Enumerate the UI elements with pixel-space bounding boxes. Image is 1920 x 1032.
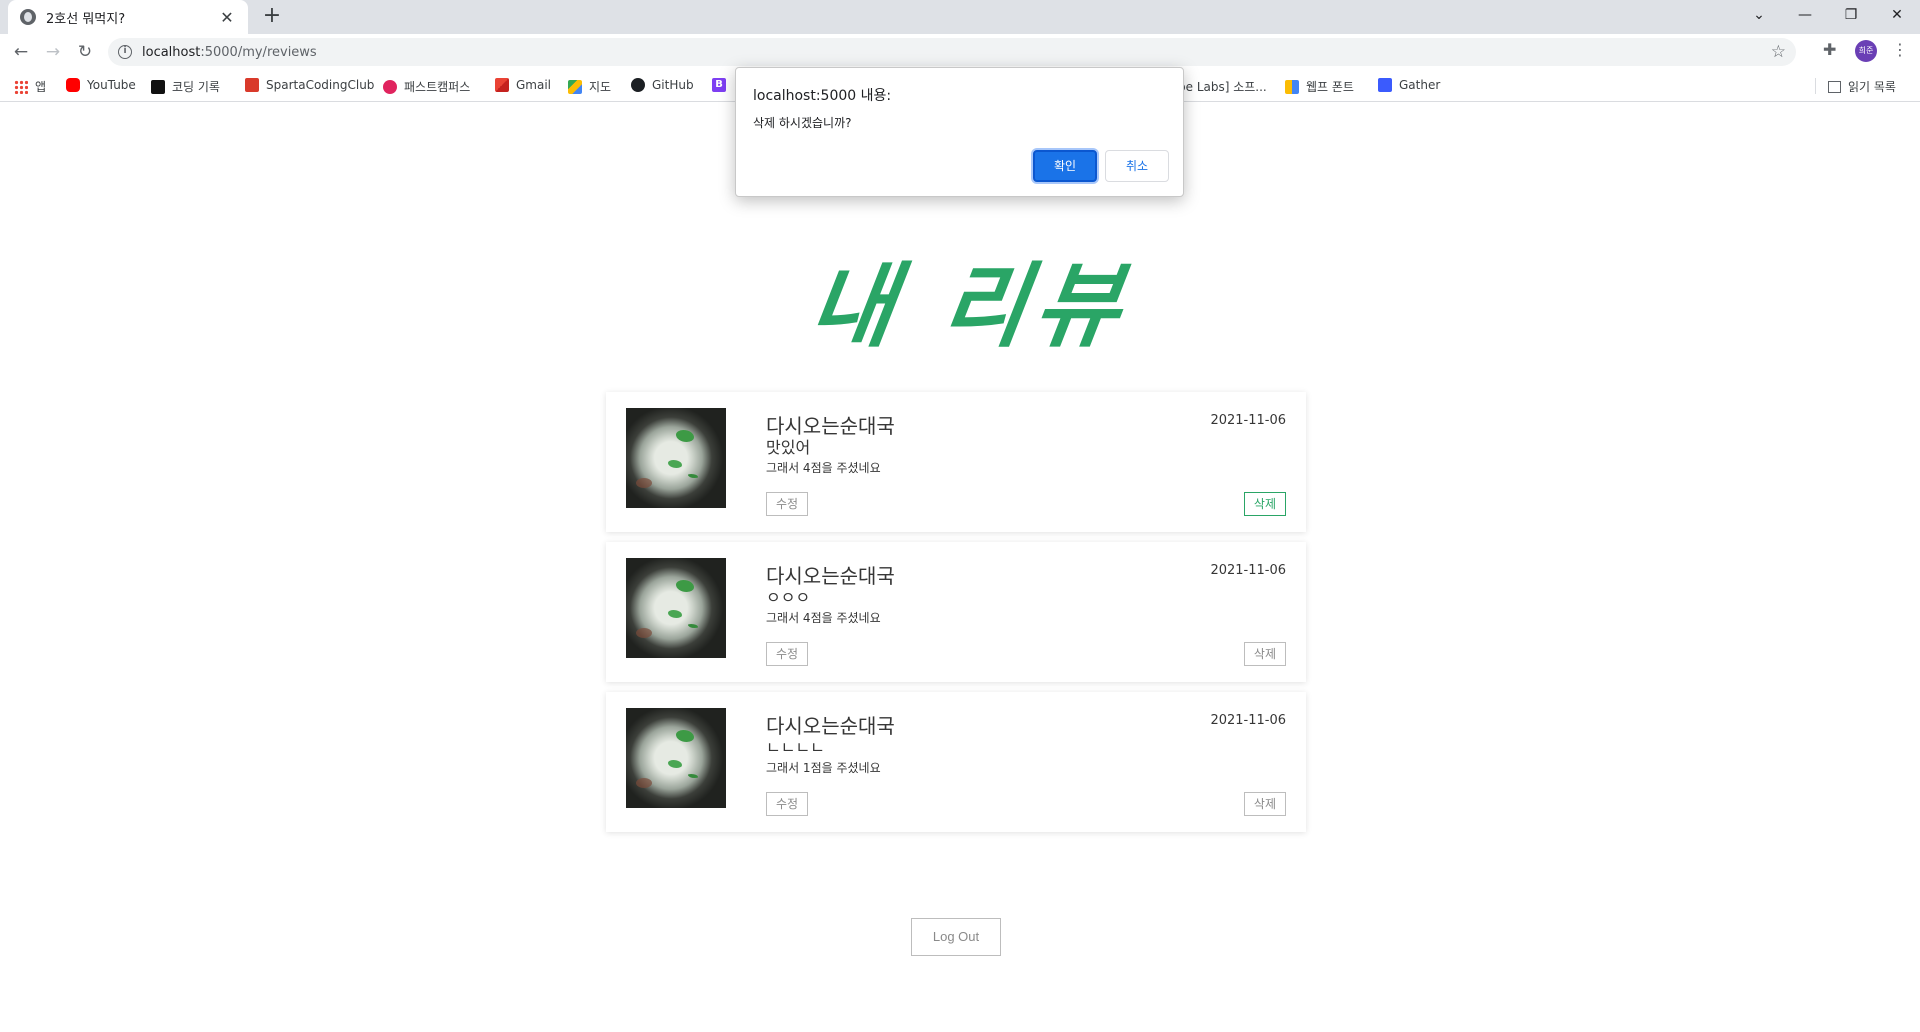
confirm-dialog: localhost:5000 내용: 삭제 하시겠습니까? 확인 취소 (735, 67, 1184, 197)
apps-grid-icon (14, 79, 28, 94)
bookmark-label: YouTube (87, 78, 136, 92)
edit-button[interactable]: 수정 (766, 792, 809, 816)
bookmark-divider (1815, 78, 1816, 94)
kebab-menu-icon[interactable]: ⋮ (1892, 40, 1908, 59)
close-window-button[interactable]: ✕ (1874, 0, 1920, 30)
url-path: :5000/my/reviews (200, 44, 317, 60)
webfont-icon (1285, 79, 1299, 94)
bookmark-label: 코딩 기록 (172, 80, 220, 94)
bookmark-gather[interactable]: Gather (1378, 78, 1440, 92)
bookmark-star-icon[interactable]: ☆ (1771, 42, 1786, 62)
page-title: 내 리뷰 (802, 253, 1136, 360)
review-date: 2021-11-06 (1210, 713, 1286, 728)
review-comment: ㅇㅇㅇ (766, 588, 811, 607)
bookmark-labs[interactable]: be Labs] 소프... (1178, 78, 1267, 95)
bookmark-label: GitHub (652, 78, 694, 92)
tab-strip: 2호선 뭐먹지? ✕ + ⌄ — ❐ ✕ (0, 0, 1920, 34)
review-date: 2021-11-06 (1210, 413, 1286, 428)
bookmark-label: be Labs] 소프... (1178, 80, 1267, 94)
github-icon (631, 78, 645, 92)
profile-avatar[interactable]: 희준 (1855, 40, 1877, 62)
food-thumbnail (626, 558, 726, 658)
fastcampus-icon (383, 79, 397, 94)
bookmark-label: 패스트캠퍼스 (404, 80, 471, 94)
forward-arrow-icon[interactable]: → (41, 40, 65, 64)
review-card: 다시오는순대국 ㄴㄴㄴㄴ 그래서 1점을 주셨네요 2021-11-06 수정 … (606, 692, 1306, 832)
bookmark-youtube[interactable]: YouTube (66, 78, 136, 92)
tab-search-icon[interactable]: ⌄ (1736, 0, 1782, 30)
bookmark-label: 웹프 폰트 (1306, 80, 1354, 94)
info-icon[interactable]: i (118, 45, 132, 59)
delete-button[interactable]: 삭제 (1243, 642, 1286, 666)
tab-title: 2호선 뭐먹지? (46, 11, 126, 27)
bookmark-apps[interactable]: 앱 (14, 78, 46, 95)
bookmark-webfont[interactable]: 웹프 폰트 (1285, 78, 1354, 95)
bookmark-label: Gmail (516, 78, 552, 92)
reading-list-icon (1828, 80, 1841, 93)
extensions-puzzle-icon[interactable]: ✚ (1823, 40, 1836, 59)
review-card: 다시오는순대국 맛있어 그래서 4점을 주셨네요 2021-11-06 수정 삭… (606, 392, 1306, 532)
address-bar[interactable]: i localhost:5000/my/reviews ☆ (108, 38, 1796, 66)
browser-toolbar: ← → ↻ i localhost:5000/my/reviews ☆ ✚ 희준… (0, 34, 1920, 70)
dialog-title: localhost:5000 내용: (753, 88, 892, 104)
edit-button[interactable]: 수정 (766, 642, 809, 666)
browser-tab[interactable]: 2호선 뭐먹지? ✕ (8, 0, 248, 34)
review-card: 다시오는순대국 ㅇㅇㅇ 그래서 4점을 주셨네요 2021-11-06 수정 삭… (606, 542, 1306, 682)
bookmark-coding-log[interactable]: 코딩 기록 (151, 78, 220, 95)
medium-icon (151, 79, 165, 94)
review-score: 그래서 4점을 주셨네요 (766, 611, 881, 625)
back-arrow-icon[interactable]: ← (9, 40, 33, 64)
maps-icon (568, 79, 582, 94)
delete-button[interactable]: 삭제 (1243, 492, 1286, 516)
globe-icon (20, 9, 36, 25)
delete-button[interactable]: 삭제 (1243, 792, 1286, 816)
review-date: 2021-11-06 (1210, 563, 1286, 578)
bookmark-github[interactable]: GitHub (631, 78, 694, 92)
review-score: 그래서 4점을 주셨네요 (766, 461, 881, 475)
url-host: localhost (142, 44, 201, 60)
bookmark-label: 지도 (589, 80, 612, 94)
bookmark-label: Gather (1399, 78, 1441, 92)
bookmark-maps[interactable]: 지도 (568, 78, 611, 95)
bookmark-label: SpartaCodingClub (266, 78, 375, 92)
confirm-cancel-button[interactable]: 취소 (1105, 150, 1169, 182)
sparta-icon (245, 78, 259, 92)
gather-icon (1378, 78, 1392, 92)
minimize-button[interactable]: — (1782, 0, 1828, 30)
confirm-ok-button[interactable]: 확인 (1033, 150, 1097, 182)
youtube-icon (66, 78, 80, 92)
bookmark-label: 앱 (35, 80, 47, 94)
food-thumbnail (626, 708, 726, 808)
restore-button[interactable]: ❐ (1828, 0, 1874, 30)
dialog-message: 삭제 하시겠습니까? (753, 116, 852, 130)
review-score: 그래서 1점을 주셨네요 (766, 761, 881, 775)
food-thumbnail (626, 408, 726, 508)
bookmark-b-icon: B (712, 78, 726, 92)
bookmark-fastcampus[interactable]: 패스트캠퍼스 (383, 78, 470, 95)
bookmark-gmail[interactable]: Gmail (495, 78, 551, 92)
reading-list-button[interactable]: 읽기 목록 (1828, 78, 1896, 95)
reading-list-label: 읽기 목록 (1848, 80, 1896, 94)
review-comment: 맛있어 (766, 438, 811, 457)
logout-button[interactable]: Log Out (911, 918, 1001, 956)
bookmark-b[interactable]: B (712, 78, 726, 92)
new-tab-button[interactable]: + (260, 5, 284, 29)
close-tab-icon[interactable]: ✕ (218, 8, 236, 27)
review-comment: ㄴㄴㄴㄴ (766, 738, 825, 757)
edit-button[interactable]: 수정 (766, 492, 809, 516)
bookmark-spartacodingclub[interactable]: SpartaCodingClub (245, 78, 374, 92)
gmail-icon (495, 78, 509, 92)
url-text: localhost:5000/my/reviews (142, 45, 317, 60)
reload-icon[interactable]: ↻ (73, 40, 97, 64)
review-list: 다시오는순대국 맛있어 그래서 4점을 주셨네요 2021-11-06 수정 삭… (606, 392, 1306, 842)
